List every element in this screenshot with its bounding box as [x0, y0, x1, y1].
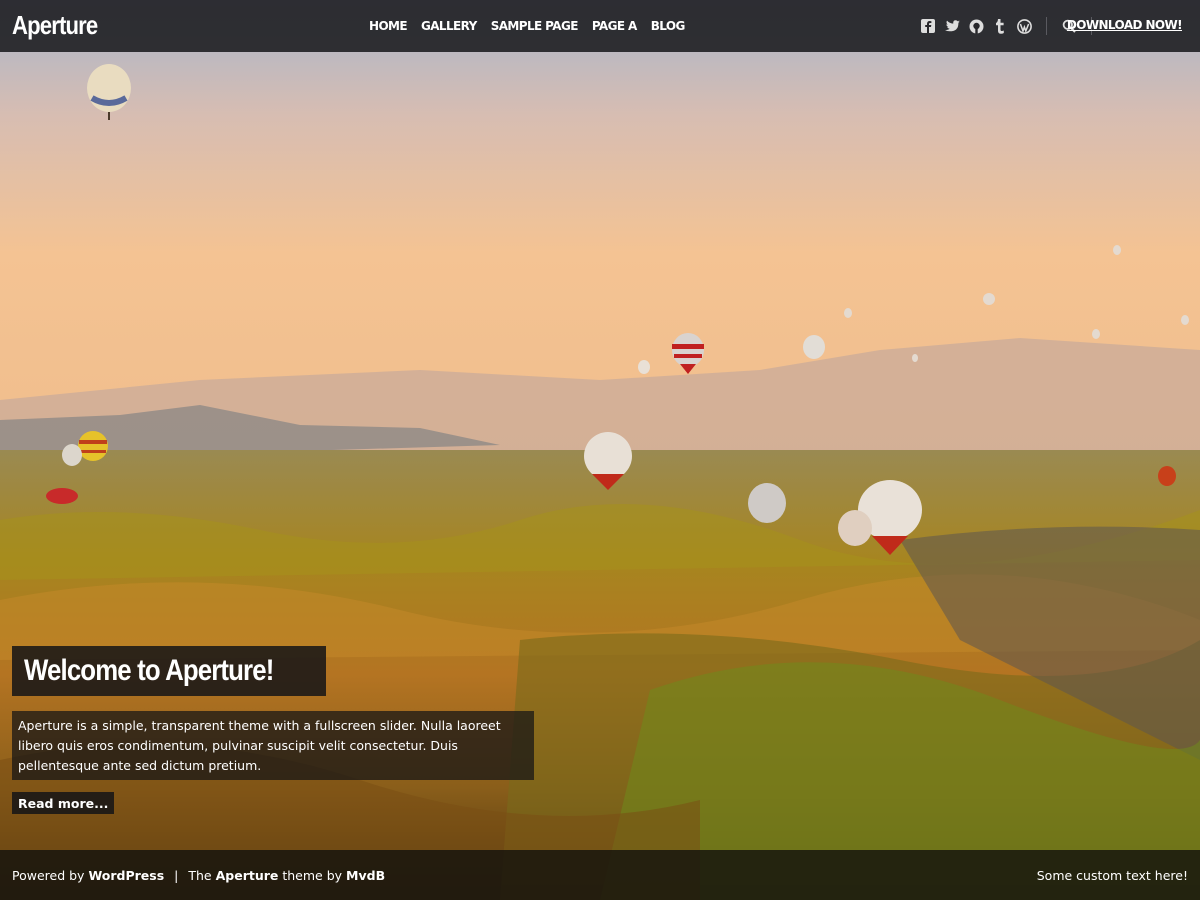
theme-prefix-text: The — [188, 867, 212, 883]
balloon-small — [1092, 329, 1100, 339]
balloon-small — [912, 354, 918, 362]
balloon-small — [62, 444, 82, 466]
wordpress-link[interactable]: WordPress — [88, 868, 164, 883]
powered-by-text: Powered by — [12, 867, 85, 883]
slide-title: Welcome to Aperture! — [24, 654, 274, 687]
nav-item-gallery[interactable]: GALLERY — [414, 19, 484, 33]
site-footer: Powered by WordPress | The Aperture them… — [0, 850, 1200, 900]
tumblr-icon[interactable] — [992, 18, 1008, 34]
theme-author-link[interactable]: MvdB — [346, 868, 385, 883]
main-navigation: HOME GALLERY SAMPLE PAGE PAGE A BLOG — [362, 0, 692, 52]
facebook-icon[interactable] — [920, 18, 936, 34]
nav-item-sample-page[interactable]: SAMPLE PAGE — [484, 19, 585, 33]
balloon-small — [844, 308, 852, 318]
theme-by-text: theme by — [282, 867, 343, 883]
theme-name-link[interactable]: Aperture — [216, 868, 279, 883]
balloon-small — [1113, 245, 1121, 255]
wordpress-icon[interactable] — [1016, 18, 1032, 34]
balloon-landed — [46, 488, 78, 504]
footer-custom-text: Some custom text here! — [1036, 867, 1188, 883]
nav-item-page-a[interactable]: PAGE A — [585, 19, 644, 33]
footer-separator: | — [174, 867, 179, 883]
balloon-small — [838, 510, 872, 546]
nav-item-home[interactable]: HOME — [362, 19, 414, 33]
balloon-white-mid — [748, 483, 786, 523]
site-header: Aperture HOME GALLERY SAMPLE PAGE PAGE A… — [0, 0, 1200, 52]
divider — [1046, 17, 1047, 35]
balloon-small — [983, 293, 995, 305]
nav-item-blog[interactable]: BLOG — [644, 19, 692, 33]
slide-title-box: Welcome to Aperture! — [12, 646, 327, 696]
balloon-small — [1158, 466, 1176, 486]
github-icon[interactable] — [968, 18, 984, 34]
read-more-button[interactable]: Read more... — [12, 792, 115, 814]
twitter-icon[interactable] — [944, 18, 960, 34]
download-button[interactable]: DOWNLOAD NOW! — [1067, 18, 1183, 32]
balloon-small — [803, 335, 825, 359]
slide-description: Aperture is a simple, transparent theme … — [12, 711, 534, 780]
site-logo[interactable]: Aperture — [12, 10, 98, 41]
footer-credits: Powered by WordPress | The Aperture them… — [12, 868, 385, 883]
balloon-yellow-striped — [78, 431, 108, 461]
balloon-small — [1181, 315, 1189, 325]
balloon-small — [638, 360, 650, 374]
